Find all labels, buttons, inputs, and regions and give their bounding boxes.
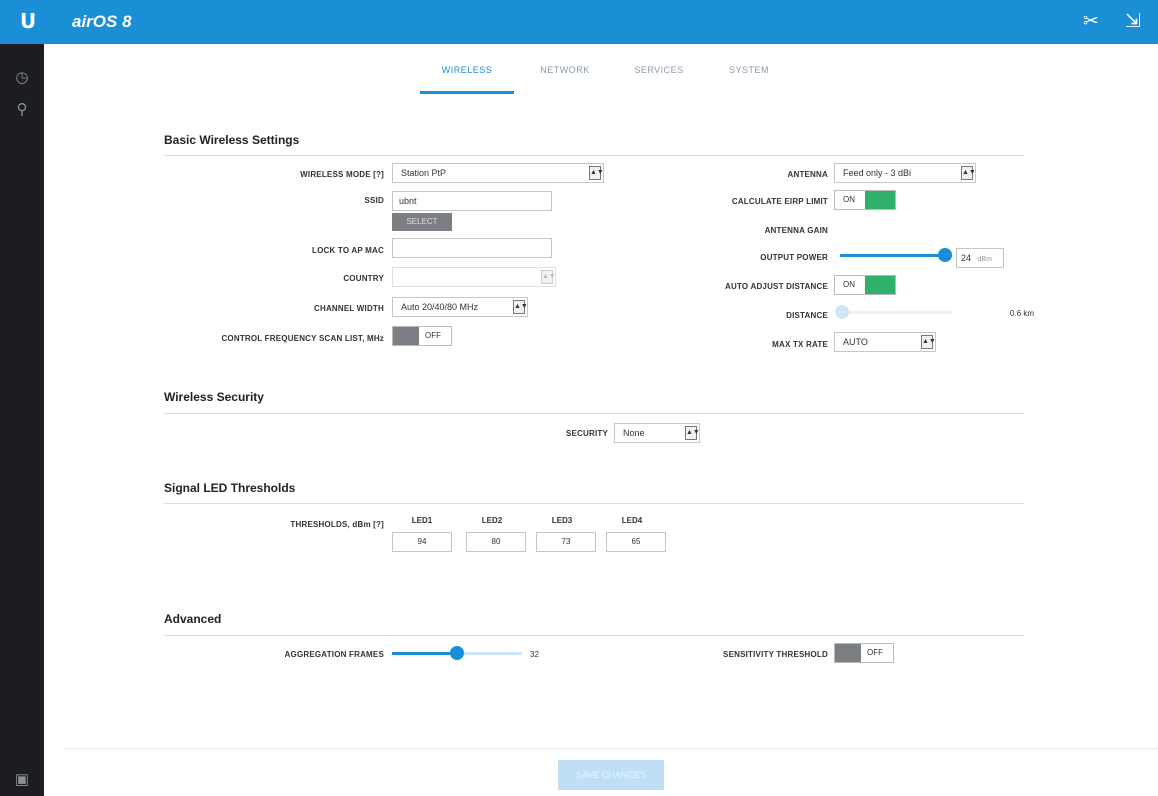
- calculate-eirp-label: CALCULATE EIRP LIMIT: [731, 197, 828, 206]
- max-tx-rate-label: MAX TX RATE: [772, 340, 828, 349]
- channel-width-select[interactable]: Auto 20/40/80 MHz ▲▼: [392, 297, 528, 317]
- divider: [164, 503, 1024, 504]
- channel-width-value: Auto 20/40/80 MHz: [401, 302, 479, 312]
- max-tx-rate-select[interactable]: AUTO ▲▼: [834, 332, 936, 352]
- led3-input[interactable]: 73: [536, 532, 596, 552]
- chevron-down-icon: ▲▼: [541, 270, 556, 284]
- antenna-label: ANTENNA: [787, 170, 828, 179]
- wireless-mode-label: WIRELESS MODE [?]: [300, 170, 384, 179]
- output-power-fill: [840, 254, 945, 257]
- toggle-knob: [393, 327, 419, 345]
- security-select[interactable]: None ▲▼: [614, 423, 700, 443]
- channel-width-label: CHANNEL WIDTH: [313, 304, 384, 313]
- led2-header: LED2: [481, 516, 503, 525]
- country-label: COUNTRY: [343, 274, 384, 283]
- output-power-input[interactable]: 24 dBm: [956, 248, 1004, 268]
- top-bar: U airOS 8 ✂ ⇲: [0, 0, 1158, 44]
- dashboard-icon[interactable]: ◷: [10, 66, 34, 90]
- ssid-input[interactable]: ubnt: [392, 191, 552, 211]
- signal-led-title: Signal LED Thresholds: [164, 481, 296, 495]
- save-changes-button[interactable]: SAVE CHANGES: [558, 760, 664, 790]
- toggle-knob: [865, 191, 895, 209]
- ssid-label: SSID: [364, 196, 384, 205]
- tools-icon[interactable]: ✂: [1078, 9, 1104, 35]
- basic-wireless-title: Basic Wireless Settings: [164, 133, 300, 147]
- toggle-knob: [865, 276, 895, 294]
- led1-header: LED1: [411, 516, 433, 525]
- aggregation-value: 32: [530, 650, 539, 659]
- chevron-down-icon: ▲▼: [589, 166, 604, 180]
- thresholds-label: THRESHOLDS, dBm [?]: [290, 520, 384, 529]
- advanced-title: Advanced: [164, 612, 222, 626]
- auto-adjust-distance-label: AUTO ADJUST DISTANCE: [725, 282, 828, 291]
- toggle-state: OFF: [867, 648, 883, 657]
- aggregation-fill: [392, 652, 457, 655]
- search-key-icon[interactable]: ⚲: [10, 98, 34, 122]
- output-power-unit: dBm: [977, 256, 992, 263]
- antenna-select[interactable]: Feed only - 3 dBi ▲▼: [834, 163, 976, 183]
- tab-services[interactable]: SERVICES: [616, 58, 702, 94]
- toggle-state: OFF: [425, 331, 441, 340]
- lock-ap-mac-input[interactable]: [392, 238, 552, 258]
- divider: [164, 413, 1024, 414]
- output-power-value: 24: [961, 253, 972, 263]
- tab-system[interactable]: SYSTEM: [710, 58, 788, 94]
- ubiquiti-logo[interactable]: U: [20, 9, 36, 33]
- led1-input[interactable]: 94: [392, 532, 452, 552]
- wireless-security-title: Wireless Security: [164, 390, 264, 404]
- antenna-gain-label: ANTENNA GAIN: [764, 226, 828, 235]
- security-value: None: [623, 428, 645, 438]
- chevron-down-icon: ▲▼: [513, 300, 528, 314]
- led4-input[interactable]: 65: [606, 532, 666, 552]
- security-label: SECURITY: [565, 429, 608, 438]
- chevron-down-icon: ▲▼: [685, 426, 700, 440]
- country-select: ▲▼: [392, 267, 556, 287]
- select-ssid-button[interactable]: SELECT: [392, 213, 452, 231]
- terminal-icon[interactable]: ▣: [10, 768, 34, 792]
- antenna-value: Feed only - 3 dBi: [843, 168, 912, 178]
- footer-divider: [64, 748, 1158, 749]
- max-tx-rate-value: AUTO: [843, 337, 868, 347]
- distance-label: DISTANCE: [786, 311, 828, 320]
- lock-ap-mac-label: LOCK TO AP MAC: [312, 246, 384, 255]
- control-frequency-toggle[interactable]: OFF: [392, 326, 452, 346]
- tab-network[interactable]: NETWORK: [520, 58, 610, 94]
- distance-value: 0.6 km: [1010, 309, 1035, 318]
- product-name: airOS 8: [72, 12, 132, 31]
- logout-icon[interactable]: ⇲: [1120, 9, 1146, 35]
- toggle-state: ON: [843, 195, 855, 204]
- wireless-mode-value: Station PtP: [401, 168, 447, 178]
- calculate-eirp-toggle[interactable]: ON: [834, 190, 896, 210]
- toggle-knob: [835, 644, 861, 662]
- output-power-thumb[interactable]: [938, 248, 952, 262]
- distance-thumb: [835, 305, 849, 319]
- control-frequency-label: CONTROL FREQUENCY SCAN LIST, MHz: [221, 334, 384, 343]
- aggregation-thumb[interactable]: [450, 646, 464, 660]
- tab-wireless[interactable]: WIRELESS: [420, 58, 514, 94]
- chevron-down-icon: ▲▼: [961, 166, 976, 180]
- output-power-label: OUTPUT POWER: [760, 253, 828, 262]
- sidebar: ◷ ⚲ ▣: [0, 44, 44, 796]
- distance-track: [842, 311, 952, 314]
- led2-input[interactable]: 80: [466, 532, 526, 552]
- divider: [164, 155, 1024, 156]
- sensitivity-threshold-toggle[interactable]: OFF: [834, 643, 894, 663]
- led4-header: LED4: [621, 516, 643, 525]
- sensitivity-threshold-label: SENSITIVITY THRESHOLD: [723, 650, 828, 659]
- chevron-down-icon: ▲▼: [921, 335, 936, 349]
- led3-header: LED3: [551, 516, 573, 525]
- aggregation-frames-label: AGGREGATION FRAMES: [284, 650, 384, 659]
- toggle-state: ON: [843, 280, 855, 289]
- wireless-mode-select[interactable]: Station PtP ▲▼: [392, 163, 604, 183]
- divider: [164, 635, 1024, 636]
- auto-adjust-distance-toggle[interactable]: ON: [834, 275, 896, 295]
